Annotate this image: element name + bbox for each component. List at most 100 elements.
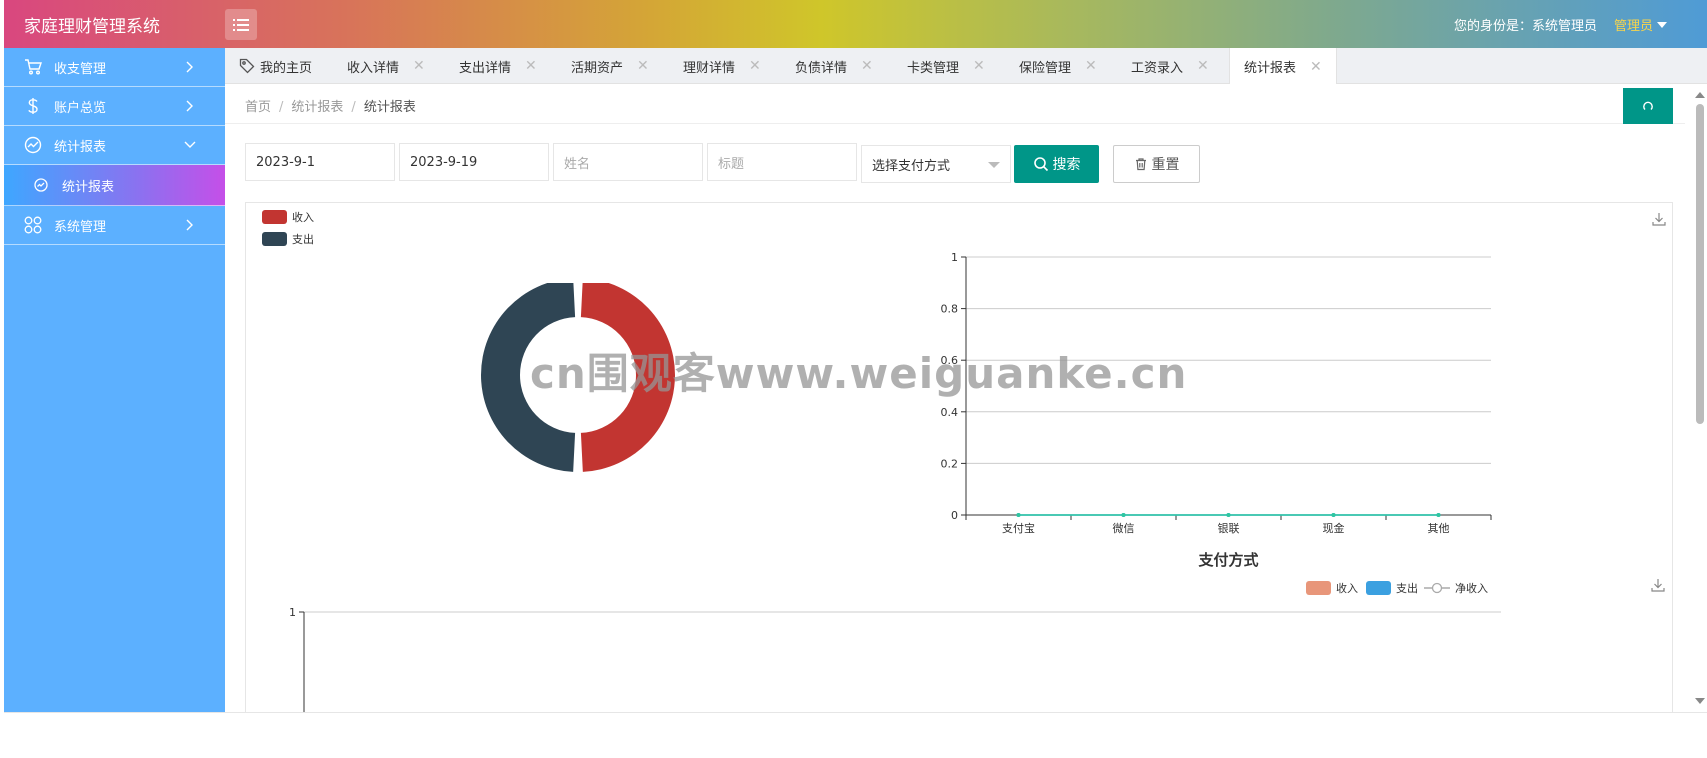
- start-date-input[interactable]: 2023-9-1: [245, 143, 395, 181]
- legend-swatch: [262, 210, 287, 224]
- search-icon: [1033, 157, 1048, 172]
- sidebar-item-label: 收支管理: [54, 61, 107, 77]
- menu-icon: [233, 18, 249, 31]
- trash-icon: [1135, 158, 1146, 171]
- payment-method-select[interactable]: 选择支付方式: [861, 145, 1011, 183]
- tab-label: 统计报表: [1244, 61, 1297, 76]
- menu-toggle-button[interactable]: [225, 9, 257, 40]
- x-tick-label: 银联: [1218, 521, 1240, 535]
- tab-label: 保险管理: [1019, 60, 1072, 76]
- tab-insurance-manage[interactable]: 保险管理 ✕: [1019, 48, 1097, 84]
- close-icon[interactable]: ✕: [973, 58, 985, 74]
- legend-bar-net[interactable]: 净收入: [1424, 580, 1488, 596]
- data-point: [1226, 513, 1231, 517]
- scrollbar[interactable]: [1690, 84, 1707, 712]
- legend-income[interactable]: 收入: [262, 209, 314, 225]
- x-tick-label: 微信: [1113, 521, 1135, 535]
- apps-icon: [24, 216, 42, 234]
- tab-finance-detail[interactable]: 理财详情 ✕: [683, 48, 761, 84]
- caret-down-icon: [1657, 21, 1667, 28]
- sidebar-item-income-expense[interactable]: 收支管理: [4, 48, 225, 87]
- data-point: [1331, 513, 1336, 517]
- y-tick-label: 0: [951, 509, 958, 522]
- sidebar-item-label: 系统管理: [54, 219, 107, 235]
- chevron-right-icon: [183, 99, 197, 113]
- sidebar-item-account-overview[interactable]: 账户总览: [4, 87, 225, 126]
- app-title: 家庭理财管理系统: [24, 17, 160, 37]
- close-icon[interactable]: ✕: [861, 58, 873, 74]
- legend-swatch: [1306, 581, 1331, 595]
- refresh-button[interactable]: [1623, 88, 1673, 124]
- chart-line-icon: [24, 136, 42, 154]
- close-icon[interactable]: ✕: [749, 58, 761, 74]
- tab-current-assets[interactable]: 活期资产 ✕: [571, 48, 649, 84]
- tab-label: 支出详情: [459, 60, 512, 76]
- breadcrumb-bar: 首页 / 统计报表 / 统计报表: [225, 84, 1685, 124]
- tab-card-manage[interactable]: 卡类管理 ✕: [907, 48, 985, 84]
- close-icon[interactable]: ✕: [1197, 58, 1209, 74]
- chevron-down-icon: [183, 138, 197, 152]
- close-icon[interactable]: ✕: [637, 58, 649, 74]
- bar-chart: 1: [289, 608, 1501, 713]
- x-tick-label: 其他: [1428, 522, 1450, 535]
- sidebar-item-system-manage[interactable]: 系统管理: [4, 206, 225, 245]
- scroll-down-arrow-icon[interactable]: [1695, 698, 1705, 704]
- name-input[interactable]: 姓名: [553, 143, 703, 181]
- scroll-thumb[interactable]: [1696, 104, 1704, 424]
- chevron-right-icon: [183, 60, 197, 74]
- download-icon[interactable]: [1650, 577, 1666, 593]
- scroll-up-arrow-icon[interactable]: [1695, 92, 1705, 98]
- search-button[interactable]: 搜索: [1014, 145, 1099, 183]
- reset-button[interactable]: 重置: [1113, 145, 1200, 183]
- download-icon[interactable]: [1651, 211, 1667, 227]
- tab-income-detail[interactable]: 收入详情 ✕: [347, 48, 425, 84]
- tab-label: 我的主页: [260, 60, 313, 76]
- legend-line-swatch: [1424, 582, 1450, 594]
- chart-panel: 收入 支出 0 0.2 0.4 0.6 0.8 1 支付宝 微信 银联 现金 其他 支付方式 收入 支…: [245, 202, 1673, 713]
- caret-down-icon: [988, 162, 1000, 168]
- tab-expense-detail[interactable]: 支出详情 ✕: [459, 48, 537, 84]
- admin-dropdown[interactable]: 管理员: [1614, 15, 1667, 34]
- breadcrumb-home[interactable]: 首页: [245, 100, 271, 115]
- identity-label: 您的身份是：系统管理员: [1453, 19, 1597, 34]
- title-input[interactable]: 标题: [707, 143, 857, 181]
- start-date-value: 2023-9-1: [256, 154, 316, 170]
- circle-chart-icon: [34, 178, 48, 192]
- y-tick-label: 0.4: [941, 406, 959, 419]
- end-date-input[interactable]: 2023-9-19: [399, 143, 549, 181]
- end-date-value: 2023-9-19: [410, 154, 478, 170]
- close-icon[interactable]: ✕: [1085, 58, 1097, 74]
- sidebar: 收支管理 账户总览 统计报表 统计报表 系统管理: [4, 48, 225, 712]
- legend-swatch: [262, 232, 287, 246]
- legend-expense[interactable]: 支出: [262, 231, 314, 247]
- tab-debt-detail[interactable]: 负债详情 ✕: [795, 48, 873, 84]
- x-axis-title: 支付方式: [1197, 551, 1258, 569]
- y-tick-label: 0.8: [941, 303, 959, 316]
- tab-label: 负债详情: [795, 60, 848, 76]
- data-point: [1121, 513, 1126, 517]
- legend-bar-income[interactable]: 收入: [1306, 580, 1358, 596]
- sidebar-item-stat-reports[interactable]: 统计报表: [4, 126, 225, 165]
- sidebar-item-label: 账户总览: [54, 100, 107, 116]
- sidebar-subitem-stat-reports[interactable]: 统计报表: [4, 165, 225, 206]
- close-icon[interactable]: ✕: [1310, 59, 1322, 75]
- sidebar-subitem-label: 统计报表: [62, 179, 115, 195]
- tab-stat-reports[interactable]: 统计报表 ✕: [1229, 48, 1337, 85]
- top-header: 家庭理财管理系统 您的身份是：系统管理员 管理员: [4, 0, 1707, 48]
- legend-label: 收入: [1336, 582, 1358, 595]
- close-icon[interactable]: ✕: [413, 58, 425, 74]
- legend-label: 收入: [292, 211, 314, 224]
- tag-icon: [239, 58, 255, 74]
- breadcrumb-item[interactable]: 统计报表: [291, 100, 343, 115]
- reset-label: 重置: [1151, 157, 1180, 173]
- search-label: 搜索: [1052, 157, 1081, 173]
- refresh-icon: [1643, 101, 1653, 110]
- tab-label: 工资录入: [1131, 60, 1184, 76]
- tab-salary-entry[interactable]: 工资录入 ✕: [1131, 48, 1209, 84]
- tab-home[interactable]: 我的主页: [239, 48, 312, 84]
- tab-label: 收入详情: [347, 60, 400, 76]
- y-tick-label: 1: [951, 251, 958, 264]
- close-icon[interactable]: ✕: [525, 58, 537, 74]
- legend-bar-expense[interactable]: 支出: [1366, 580, 1418, 596]
- legend-swatch: [1366, 581, 1391, 595]
